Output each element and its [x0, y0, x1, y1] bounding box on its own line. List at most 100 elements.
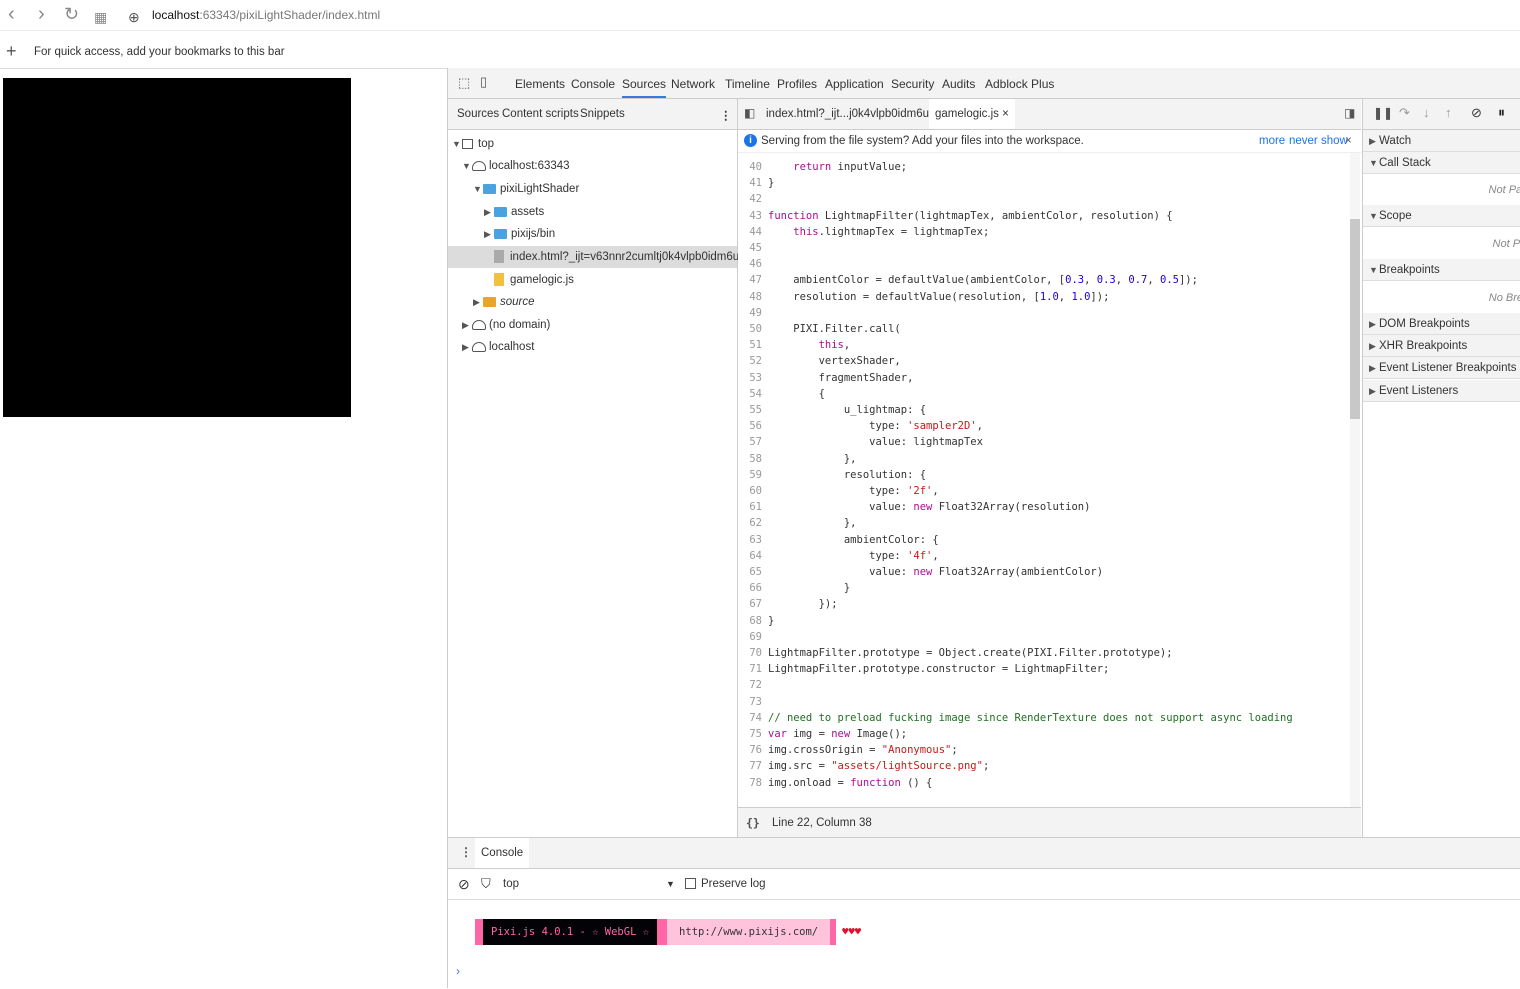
code-line[interactable]: 40 return inputValue;	[738, 159, 907, 175]
line-number[interactable]: 54	[738, 386, 762, 402]
code-line[interactable]: 56 type: 'sampler2D',	[738, 418, 983, 434]
code-line[interactable]: 64 type: '4f',	[738, 548, 938, 564]
line-number[interactable]: 59	[738, 467, 762, 483]
step-over-icon[interactable]: ↷	[1399, 105, 1410, 121]
pause-icon[interactable]: ❚❚	[1373, 106, 1393, 120]
code-line[interactable]: 66 }	[738, 580, 850, 596]
section-call-stack[interactable]: ▼Call Stack	[1363, 152, 1520, 174]
section-dom-breakpoints[interactable]: ▶ DOM Breakpoints	[1363, 313, 1520, 335]
code-line[interactable]: 49	[738, 305, 768, 321]
line-number[interactable]: 73	[738, 694, 762, 710]
code-line[interactable]: 53 fragmentShader,	[738, 370, 913, 386]
line-number[interactable]: 72	[738, 677, 762, 693]
tree-item-pixilightshader[interactable]: ▼ pixiLightShader	[473, 178, 579, 200]
tree-item-localhost-63343[interactable]: ▼ localhost:63343	[462, 155, 570, 177]
tab-sources[interactable]: Sources	[622, 77, 667, 98]
tree-item-localhost[interactable]: ▶ localhost	[462, 336, 534, 358]
back-icon[interactable]: ‹	[8, 4, 15, 24]
apps-grid-icon[interactable]: ▦	[94, 7, 107, 27]
tree-item-gamelogic-js[interactable]: gamelogic.js	[494, 269, 574, 291]
tab-audits[interactable]: Audits	[942, 77, 975, 91]
code-line[interactable]: 73	[738, 694, 768, 710]
tree-item-no-domain[interactable]: ▶ (no domain)	[462, 314, 550, 336]
console-prompt-icon[interactable]: ›	[456, 964, 460, 978]
line-number[interactable]: 45	[738, 240, 762, 256]
line-number[interactable]: 65	[738, 564, 762, 580]
device-toggle-icon[interactable]: ▯	[480, 74, 487, 90]
code-line[interactable]: 63 ambientColor: {	[738, 532, 938, 548]
code-line[interactable]: 61 value: new Float32Array(resolution)	[738, 499, 1090, 515]
line-number[interactable]: 67	[738, 596, 762, 612]
drawer-menu-icon[interactable]: ⋮	[460, 845, 472, 859]
line-number[interactable]: 53	[738, 370, 762, 386]
info-more-link[interactable]: more	[1259, 130, 1285, 152]
step-into-icon[interactable]: ↓	[1423, 105, 1430, 120]
code-line[interactable]: 50 PIXI.Filter.call(	[738, 321, 900, 337]
code-line[interactable]: 72	[738, 677, 768, 693]
code-line[interactable]: 46	[738, 256, 768, 272]
code-line[interactable]: 43 function LightmapFilter(lightmapTex, a…	[738, 208, 1172, 224]
inspect-element-icon[interactable]: ⬚	[458, 75, 470, 91]
tab-application[interactable]: Application	[825, 77, 884, 91]
code-line[interactable]: 42	[738, 191, 768, 207]
toggle-debugger-icon[interactable]: ◨	[1344, 106, 1355, 120]
tree-item-top[interactable]: ▼ top	[452, 133, 494, 155]
line-number[interactable]: 78	[738, 775, 762, 791]
code-line[interactable]: 45	[738, 240, 768, 256]
line-number[interactable]: 44	[738, 224, 762, 240]
subtab-snippets[interactable]: Snippets	[580, 108, 625, 120]
code-line[interactable]: 71 LightmapFilter.prototype.constructor =…	[738, 661, 1109, 677]
tree-item-source[interactable]: ▶ source	[473, 291, 535, 313]
code-line[interactable]: 41}	[738, 175, 774, 191]
line-number[interactable]: 52	[738, 353, 762, 369]
step-out-icon[interactable]: ↑	[1445, 105, 1452, 120]
code-line[interactable]: 65 value: new Float32Array(ambientColor)	[738, 564, 1103, 580]
line-number[interactable]: 62	[738, 515, 762, 531]
code-line[interactable]: 52 vertexShader,	[738, 353, 900, 369]
more-options-icon[interactable]: ⋮	[720, 108, 732, 122]
line-number[interactable]: 47	[738, 272, 762, 288]
line-number[interactable]: 68	[738, 613, 762, 629]
filter-icon[interactable]: ⛉	[481, 869, 491, 899]
line-number[interactable]: 61	[738, 499, 762, 515]
line-number[interactable]: 55	[738, 402, 762, 418]
file-tab-index-html[interactable]: index.html?_ijt...j0k4vlpb0idm6u	[766, 108, 929, 120]
context-selector[interactable]: top	[503, 869, 519, 899]
pretty-print-icon[interactable]: {}	[746, 808, 760, 838]
line-number[interactable]: 69	[738, 629, 762, 645]
code-line[interactable]: 55 u_lightmap: {	[738, 402, 926, 418]
code-line[interactable]: 70 LightmapFilter.prototype = Object.crea…	[738, 645, 1172, 661]
refresh-icon[interactable]: ↻	[64, 4, 79, 24]
forward-icon[interactable]: ›	[38, 4, 45, 24]
line-number[interactable]: 46	[738, 256, 762, 272]
address-bar[interactable]: localhost:63343/pixiLightShader/index.ht…	[152, 8, 380, 22]
line-number[interactable]: 41	[738, 175, 762, 191]
pixi-url-link[interactable]: http://www.pixijs.com/	[667, 919, 831, 945]
tab-adblock-plus[interactable]: Adblock Plus	[985, 77, 1054, 91]
code-line[interactable]: 57 value: lightmapTex	[738, 434, 983, 450]
line-number[interactable]: 76	[738, 742, 762, 758]
tab-network[interactable]: Network	[671, 77, 715, 91]
editor-scroll-thumb[interactable]	[1350, 219, 1360, 419]
tab-security[interactable]: Security	[891, 77, 934, 91]
drawer-tab-console[interactable]: Console	[475, 838, 530, 868]
tree-item-pixijs-bin[interactable]: ▶ pixijs/bin	[484, 223, 555, 245]
line-number[interactable]: 40	[738, 159, 762, 175]
subtab-content-scripts[interactable]: Content scripts	[502, 108, 579, 120]
line-number[interactable]: 57	[738, 434, 762, 450]
context-dropdown-icon[interactable]: ▼	[666, 869, 675, 899]
code-line[interactable]: 54 {	[738, 386, 825, 402]
line-number[interactable]: 74	[738, 710, 762, 726]
code-line[interactable]: 78 img.onload = function () {	[738, 775, 932, 791]
tab-console[interactable]: Console	[571, 77, 615, 91]
line-number[interactable]: 51	[738, 337, 762, 353]
line-number[interactable]: 66	[738, 580, 762, 596]
code-line[interactable]: 75 var img = new Image();	[738, 726, 907, 742]
line-number[interactable]: 63	[738, 532, 762, 548]
code-line[interactable]: 60 type: '2f',	[738, 483, 938, 499]
code-line[interactable]: 59 resolution: {	[738, 467, 926, 483]
line-number[interactable]: 77	[738, 758, 762, 774]
pause-on-exceptions-icon[interactable]: ⏸	[1498, 104, 1505, 121]
pixi-canvas[interactable]	[3, 78, 351, 417]
line-number[interactable]: 64	[738, 548, 762, 564]
